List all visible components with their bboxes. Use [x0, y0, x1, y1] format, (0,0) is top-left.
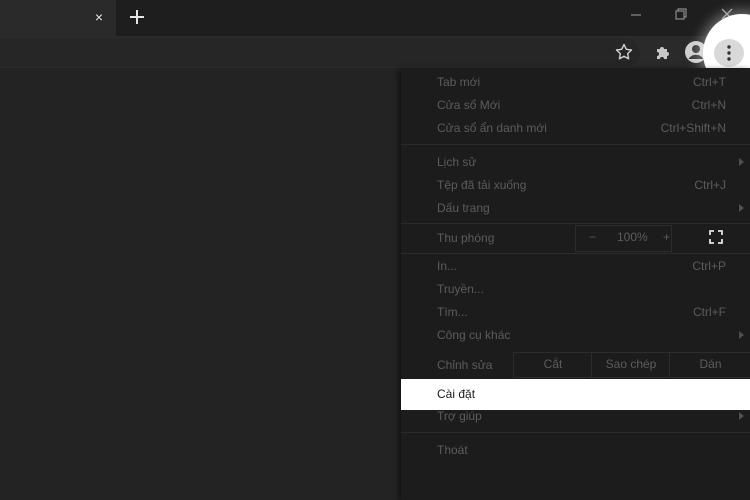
menu-button[interactable]	[714, 39, 744, 67]
browser-tab[interactable]: ×	[0, 0, 116, 36]
menu-item-print[interactable]: In... Ctrl+P	[401, 255, 750, 278]
menu-item-label: Dấu trang	[437, 201, 490, 215]
paste-button[interactable]: Dán	[669, 352, 750, 378]
menu-item-label: Thoát	[437, 443, 468, 457]
cut-button[interactable]: Cắt	[513, 352, 592, 378]
zoom-level: 100%	[617, 230, 648, 244]
menu-item-shortcut: Ctrl+P	[692, 259, 726, 273]
menu-item-shortcut: Ctrl+F	[693, 305, 726, 319]
menu-item-label: Tab mới	[437, 75, 481, 89]
menu-item-label: Cửa sổ Mới	[437, 98, 501, 112]
puzzle-icon[interactable]	[653, 42, 673, 62]
zoom-in-button[interactable]: +	[663, 230, 670, 244]
menu-item-cast[interactable]: Truyền...	[401, 278, 750, 301]
menu-item-label: Trợ giúp	[437, 409, 482, 423]
tab-close-icon[interactable]: ×	[90, 8, 108, 26]
menu-item-help[interactable]: Trợ giúp	[401, 405, 750, 428]
browser-menu: Tab mới Ctrl+T Cửa sổ Mới Ctrl+N Cửa sổ …	[401, 68, 750, 500]
address-bar[interactable]	[0, 39, 640, 67]
edit-label: Chỉnh sửa	[437, 358, 493, 372]
kebab-menu-icon	[727, 45, 731, 61]
copy-button[interactable]: Sao chép	[591, 352, 670, 378]
menu-item-find[interactable]: Tìm... Ctrl+F	[401, 301, 750, 324]
menu-item-label: Thu phóng	[437, 231, 495, 245]
menu-separator	[401, 144, 750, 145]
star-icon[interactable]	[614, 42, 634, 62]
toolbar	[0, 36, 750, 68]
menu-separator	[401, 223, 750, 224]
menu-item-exit[interactable]: Thoát	[401, 439, 750, 462]
menu-item-new-window[interactable]: Cửa sổ Mới Ctrl+N	[401, 94, 750, 117]
menu-separator	[401, 253, 750, 254]
zoom-out-button[interactable]: −	[589, 230, 596, 244]
tab-strip: ×	[0, 0, 750, 36]
menu-item-shortcut: Ctrl+Shift+N	[660, 121, 726, 135]
menu-item-label: In...	[437, 259, 458, 273]
menu-item-shortcut: Ctrl+T	[693, 75, 726, 89]
submenu-arrow-icon	[739, 204, 744, 212]
menu-item-bookmarks[interactable]: Dấu trang	[401, 197, 750, 220]
menu-item-more-tools[interactable]: Công cụ khác	[401, 324, 750, 347]
menu-item-label: Cài đặt	[437, 387, 476, 401]
restore-icon[interactable]	[668, 4, 694, 26]
menu-item-downloads[interactable]: Tệp đã tải xuống Ctrl+J	[401, 174, 750, 197]
submenu-arrow-icon	[739, 331, 744, 339]
menu-item-shortcut: Ctrl+N	[691, 98, 726, 112]
menu-item-history[interactable]: Lịch sử	[401, 151, 750, 174]
submenu-arrow-icon	[739, 412, 744, 420]
menu-item-label: Tệp đã tải xuống	[437, 178, 527, 192]
menu-item-incognito-window[interactable]: Cửa sổ ẩn danh mới Ctrl+Shift+N	[401, 117, 750, 140]
edit-row: Chỉnh sửa Cắt Sao chép Dán	[401, 352, 750, 378]
menu-item-new-tab[interactable]: Tab mới Ctrl+T	[401, 71, 750, 94]
menu-item-label: Truyền...	[437, 282, 484, 296]
menu-item-label: Công cụ khác	[437, 328, 511, 342]
plus-icon[interactable]	[125, 5, 149, 29]
fullscreen-icon[interactable]	[709, 230, 723, 244]
menu-item-shortcut: Ctrl+J	[694, 178, 726, 192]
minimize-icon[interactable]	[623, 4, 649, 26]
menu-separator	[401, 432, 750, 433]
menu-item-label: Lịch sử	[437, 155, 477, 169]
menu-item-label: Cửa sổ ẩn danh mới	[437, 121, 547, 135]
menu-item-label: Tìm...	[437, 305, 468, 319]
submenu-arrow-icon	[739, 158, 744, 166]
